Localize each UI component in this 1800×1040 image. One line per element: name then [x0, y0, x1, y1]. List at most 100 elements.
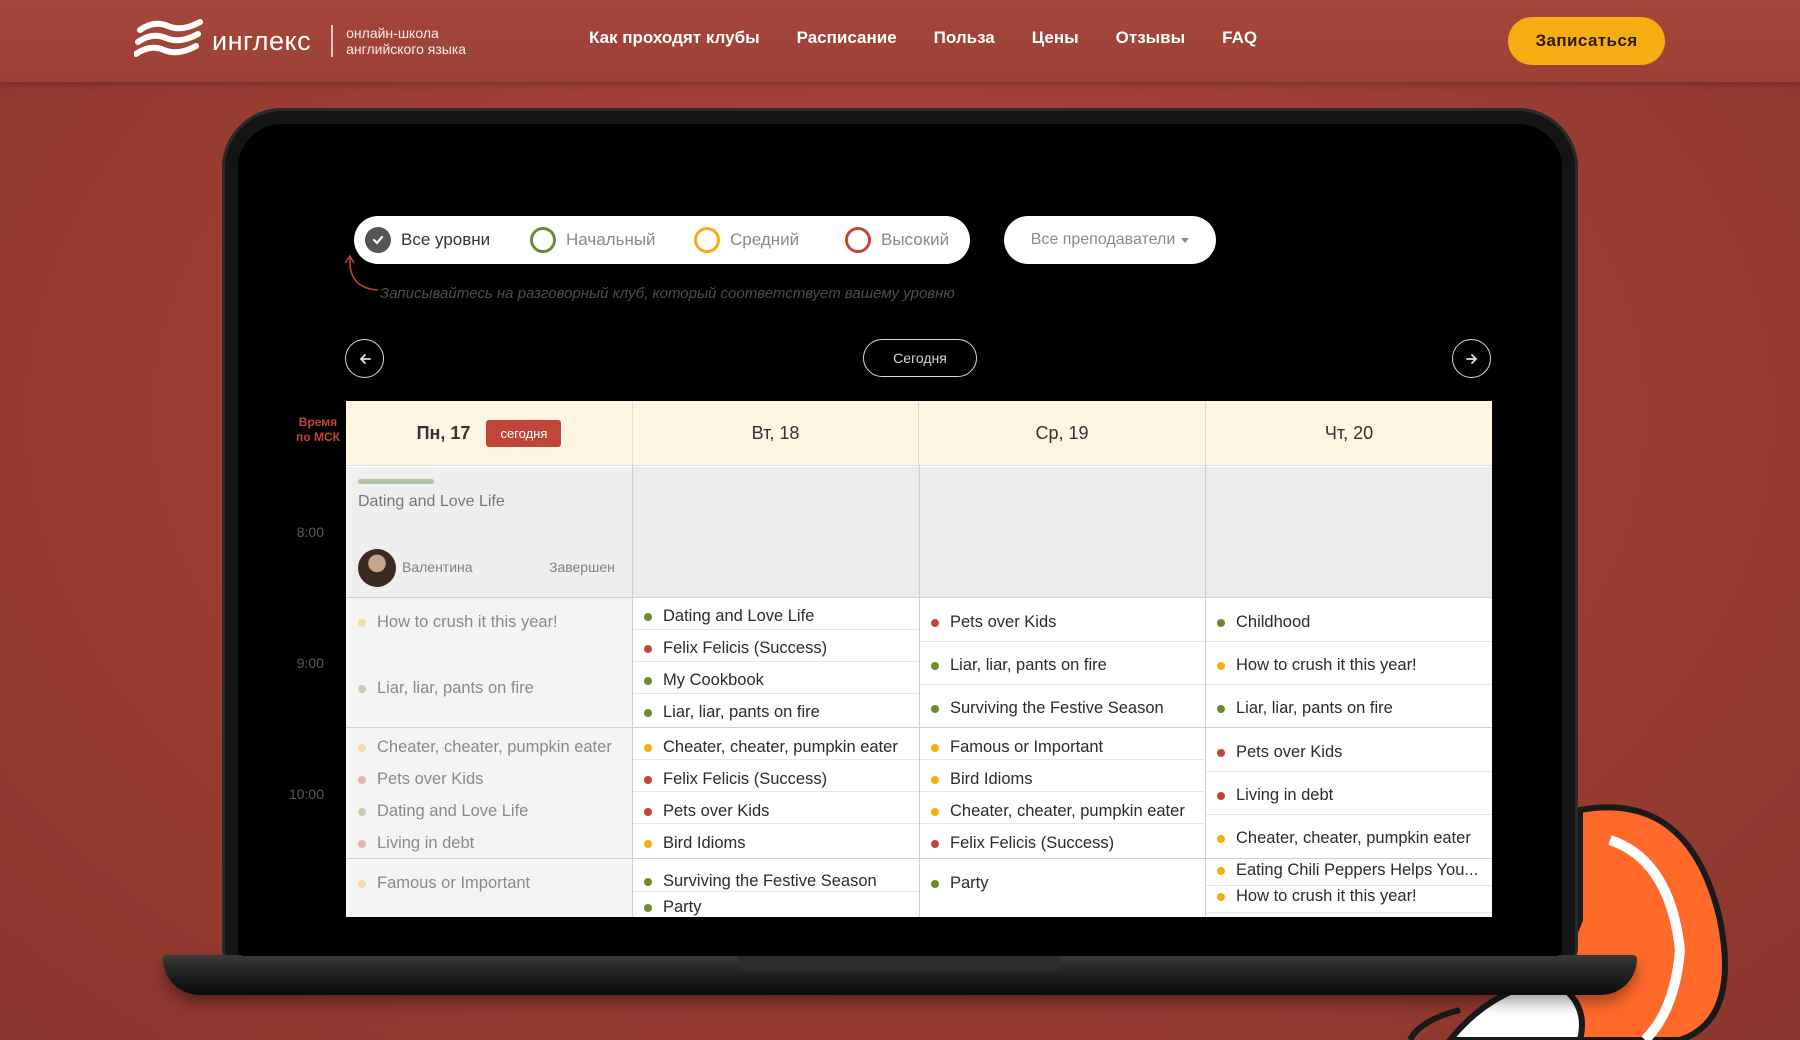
radio-circle-icon: [694, 227, 720, 253]
empty-slot: [1206, 467, 1492, 597]
level-dot-icon: [644, 775, 652, 784]
club-item[interactable]: Liar, liar, pants on fire: [358, 679, 534, 698]
prev-week-button[interactable]: [345, 339, 384, 378]
club-title: Cheater, cheater, pumpkin eater: [1236, 829, 1471, 847]
next-week-button[interactable]: [1452, 339, 1491, 378]
club-item[interactable]: Dating and Love Life: [358, 802, 528, 821]
day-header-wed: Ср, 19: [919, 401, 1206, 466]
club-item[interactable]: Cheater, cheater, pumpkin eater: [358, 738, 612, 757]
laptop-notch: [738, 955, 1060, 971]
club-item[interactable]: Liar, liar, pants on fire: [644, 703, 820, 722]
club-item[interactable]: Famous or Important: [358, 874, 530, 893]
nav-link-faq[interactable]: FAQ: [1222, 28, 1257, 48]
level-dot-icon: [1217, 834, 1225, 843]
tagline-line: онлайн-школа: [346, 25, 439, 41]
club-title: Cheater, cheater, pumpkin eater: [377, 738, 612, 756]
club-item[interactable]: Cheater, cheater, pumpkin eater: [1217, 829, 1471, 848]
item-divider: [1206, 885, 1492, 886]
day-divider: [1205, 466, 1206, 917]
nav-link-schedule[interactable]: Расписание: [797, 28, 897, 48]
item-divider: [633, 891, 919, 892]
club-item[interactable]: Dating and Love Life: [644, 607, 814, 626]
level-dot-icon: [931, 743, 939, 752]
teacher-filter-dropdown[interactable]: Все преподаватели: [1004, 216, 1216, 264]
club-item[interactable]: Bird Idioms: [644, 834, 746, 853]
main-nav: Как проходят клубы Расписание Польза Цен…: [589, 28, 1257, 48]
club-item[interactable]: Living in debt: [1217, 786, 1333, 805]
club-title: Liar, liar, pants on fire: [950, 656, 1107, 674]
club-item[interactable]: Cheater, cheater, pumpkin eater: [931, 802, 1185, 821]
club-item[interactable]: Pets over Kids: [644, 802, 769, 821]
level-bar: [358, 479, 434, 484]
level-dot-icon: [1217, 791, 1225, 800]
logo[interactable]: инглекс онлайн-школа английского языка: [134, 16, 466, 66]
time-caption-line: Время: [298, 415, 338, 429]
day-divider: [919, 466, 920, 917]
item-divider: [1206, 814, 1492, 815]
time-zone-caption: Время по МСК: [288, 415, 348, 445]
club-item[interactable]: Felix Felicis (Success): [644, 639, 827, 658]
time-caption-line: по МСК: [296, 430, 340, 444]
nav-link-how-clubs-work[interactable]: Как проходят клубы: [589, 28, 760, 48]
level-option-advanced[interactable]: Высокий: [845, 216, 949, 264]
item-divider: [1206, 771, 1492, 772]
today-button[interactable]: Сегодня: [863, 339, 977, 377]
item-divider: [633, 629, 919, 630]
item-divider: [633, 791, 919, 792]
club-item[interactable]: Famous or Important: [931, 738, 1103, 757]
teacher-filter-label: Все преподаватели: [1030, 231, 1176, 248]
club-item[interactable]: Liar, liar, pants on fire: [1217, 699, 1393, 718]
signup-button[interactable]: Записаться: [1508, 17, 1665, 65]
level-dot-icon: [644, 644, 652, 653]
club-title: Pets over Kids: [377, 770, 484, 788]
day-header-mon: Пн, 17 сегодня: [346, 401, 633, 466]
club-item[interactable]: How to crush it this year!: [1217, 656, 1417, 675]
level-dot-icon: [931, 618, 939, 627]
club-title: Living in debt: [1236, 786, 1334, 804]
club-item[interactable]: Childhood: [1217, 613, 1310, 632]
club-item[interactable]: My Cookbook: [644, 671, 764, 690]
arrow-left-icon: [359, 353, 371, 364]
club-item[interactable]: Surviving the Festive Season: [931, 699, 1164, 718]
club-title: Famous or Important: [950, 738, 1104, 756]
level-dot-icon: [644, 839, 652, 848]
club-item[interactable]: Eating Chili Peppers Helps You...: [1217, 861, 1478, 880]
level-dot-icon: [1217, 618, 1225, 627]
club-item[interactable]: Pets over Kids: [1217, 743, 1342, 762]
club-title: Felix Felicis (Success): [663, 770, 828, 788]
item-divider: [633, 693, 919, 694]
club-title: Bird Idioms: [950, 770, 1033, 788]
item-divider: [919, 759, 1206, 760]
level-option-beginner[interactable]: Начальный: [530, 216, 656, 264]
level-dot-icon: [644, 676, 652, 685]
level-dot-icon: [931, 704, 939, 713]
club-item[interactable]: Pets over Kids: [931, 613, 1056, 632]
club-title: Eating Chili Peppers Helps You...: [1236, 861, 1479, 879]
club-item[interactable]: Surviving the Festive Season: [644, 872, 877, 891]
level-dot-icon: [358, 618, 366, 627]
club-item[interactable]: Cheater, cheater, pumpkin eater: [644, 738, 898, 757]
nav-link-reviews[interactable]: Отзывы: [1116, 28, 1186, 48]
club-item[interactable]: Bird Idioms: [931, 770, 1033, 789]
day-divider: [632, 466, 633, 917]
club-item[interactable]: Party: [644, 898, 702, 917]
club-title: Party: [950, 874, 989, 892]
level-option-intermediate[interactable]: Средний: [694, 216, 799, 264]
nav-link-prices[interactable]: Цены: [1032, 28, 1079, 48]
club-item[interactable]: Felix Felicis (Success): [644, 770, 827, 789]
club-item[interactable]: Living in debt: [358, 834, 474, 853]
day-label: Чт, 20: [1324, 422, 1374, 443]
event-card[interactable]: Dating and Love Life Валентина Завершен: [346, 467, 632, 597]
level-filter: Все уровни Начальный Средний Высокий: [354, 216, 970, 264]
item-divider: [1206, 912, 1492, 913]
level-dot-icon: [1217, 661, 1225, 670]
level-option-label: Все уровни: [401, 230, 491, 249]
club-item[interactable]: Party: [931, 874, 989, 893]
nav-link-benefits[interactable]: Польза: [934, 28, 995, 48]
club-item[interactable]: Pets over Kids: [358, 770, 483, 789]
club-item[interactable]: How to crush it this year!: [358, 613, 558, 632]
club-item[interactable]: Liar, liar, pants on fire: [931, 656, 1107, 675]
club-item[interactable]: How to crush it this year!: [1217, 887, 1417, 906]
club-item[interactable]: Felix Felicis (Success): [931, 834, 1114, 853]
radio-circle-icon: [530, 227, 556, 253]
